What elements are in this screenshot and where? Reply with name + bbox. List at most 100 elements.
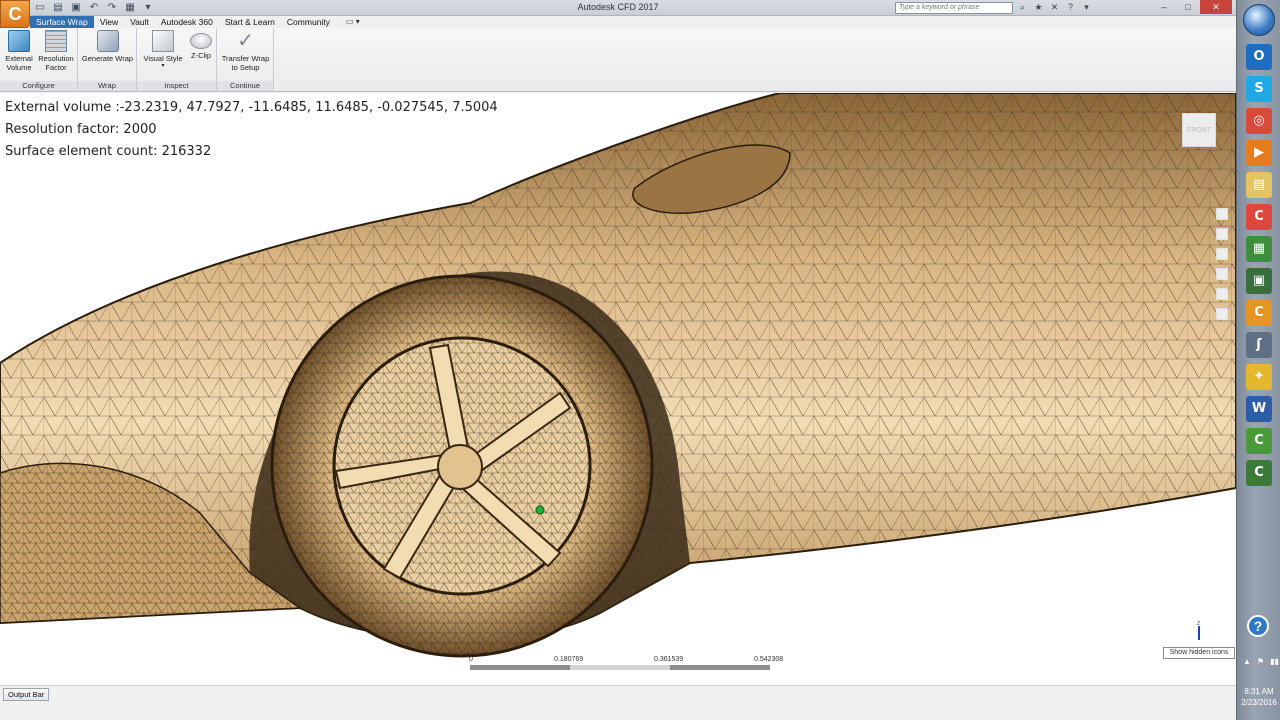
z-clip-label: Z-Clip xyxy=(191,51,211,60)
transfer-wrap-button[interactable]: ✓ Transfer Wrap to Setup xyxy=(218,30,273,72)
wrap-group: Generate Wrap Wrap xyxy=(78,28,137,92)
scale-segment xyxy=(470,665,570,670)
close-x-icon[interactable]: ✕ xyxy=(1049,2,1060,13)
inspect-group-label: Inspect xyxy=(137,81,216,91)
resolution-factor-label: Resolution Factor xyxy=(38,54,74,72)
generate-wrap-label: Generate Wrap xyxy=(81,54,134,63)
navigation-bar xyxy=(1216,208,1230,333)
resolution-factor-icon xyxy=(45,30,67,52)
tab-vault[interactable]: Vault xyxy=(124,16,155,28)
checkmark-icon: ✓ xyxy=(237,30,254,52)
word-icon[interactable]: W xyxy=(1246,396,1272,422)
external-volume-readout: External volume :-23.2319, 47.7927, -11.… xyxy=(5,100,498,115)
axis-z-label: Z xyxy=(1197,621,1200,627)
axis-triad: Z xyxy=(1197,621,1200,640)
network-icon[interactable]: ▮▮ xyxy=(1270,657,1279,666)
output-bar-button[interactable]: Output Bar xyxy=(3,688,50,701)
flag-icon[interactable]: ⚑ xyxy=(1257,657,1264,666)
visual-style-dropdown-icon[interactable]: ▾ xyxy=(141,63,185,69)
clock-time[interactable]: 8:31 AM xyxy=(1237,687,1280,696)
scale-segment xyxy=(670,665,770,670)
script-icon[interactable]: ʃ xyxy=(1246,332,1272,358)
camtasia-dark-icon[interactable]: C xyxy=(1246,460,1272,486)
system-tray: ▲ ⚑ ▮▮ xyxy=(1243,657,1279,666)
ribbon-options-icon[interactable]: ▭ ▾ xyxy=(336,16,360,28)
scale-tick-label: 0.180769 xyxy=(554,656,584,663)
close-button[interactable]: ✕ xyxy=(1200,0,1232,14)
generate-wrap-button[interactable]: Generate Wrap xyxy=(79,30,136,63)
external-volume-label: External Volume xyxy=(5,54,33,72)
graphics-viewport[interactable]: External volume :-23.2319, 47.7927, -11.… xyxy=(0,93,1236,685)
view-cube[interactable]: FRONT xyxy=(1182,113,1216,147)
scale-tick-label: 0.542308 xyxy=(754,656,784,663)
help-icon[interactable]: ? xyxy=(1065,2,1076,13)
surface-element-count-readout: Surface element count: 216332 xyxy=(5,144,212,159)
application-menu-button[interactable]: C xyxy=(0,0,30,28)
help-icon[interactable]: ? xyxy=(1247,615,1269,637)
ribbon-tabs: Surface Wrap View Vault Autodesk 360 Sta… xyxy=(30,16,360,28)
media-player-icon[interactable]: ▶ xyxy=(1246,140,1272,166)
tab-autodesk-360[interactable]: Autodesk 360 xyxy=(155,16,219,28)
cfd-red-icon[interactable]: C xyxy=(1246,204,1272,230)
autodesk-folder-icon[interactable]: ✦ xyxy=(1246,364,1272,390)
wrap-group-label: Wrap xyxy=(78,81,136,91)
visual-style-button[interactable]: Visual Style ▾ xyxy=(141,30,185,69)
z-clip-button[interactable]: Z-Clip xyxy=(187,30,215,60)
inspect-group: Visual Style ▾ Z-Clip Inspect xyxy=(137,28,217,92)
z-clip-icon xyxy=(190,33,212,49)
configure-group: External Volume Resolution Factor Config… xyxy=(0,28,78,92)
file-explorer-icon[interactable]: ▤ xyxy=(1246,172,1272,198)
clock-date[interactable]: 2/23/2016 xyxy=(1237,698,1280,707)
title-bar: ▭ ▤ ▣ ↶ ↷ ▦ ▾ Autodesk CFD 2017 Type a k… xyxy=(0,0,1236,16)
dropdown-icon[interactable]: ▾ xyxy=(1081,2,1092,13)
visual-style-icon xyxy=(152,30,174,52)
look-at-icon[interactable] xyxy=(1216,288,1228,300)
title-tools: ⌕ ★ ✕ ? ▾ xyxy=(1017,2,1092,13)
star-icon[interactable]: ★ xyxy=(1033,2,1044,13)
tab-view[interactable]: View xyxy=(94,16,124,28)
scale-tick-label: 0.361539 xyxy=(654,656,684,663)
status-bar: Output Bar xyxy=(0,685,1236,720)
continue-group: ✓ Transfer Wrap to Setup Continue xyxy=(217,28,274,92)
scale-labels: 0 0.180769 0.361539 0.542308 xyxy=(469,656,790,664)
search-input[interactable]: Type a keyword or phrase xyxy=(895,2,1013,14)
windows-taskbar: O S ◎ ▶ ▤ C ▦ ▣ Cʃ ✦ W C C ? ▲ ⚑ ▮▮ 8:31 AM 2/23/201… xyxy=(1236,0,1280,720)
continue-group-label: Continue xyxy=(217,81,273,91)
configure-group-label: Configure xyxy=(0,81,77,91)
external-volume-icon xyxy=(8,30,30,52)
show-hidden-icons-icon[interactable]: ▲ xyxy=(1243,657,1251,666)
external-volume-button[interactable]: External Volume xyxy=(2,30,36,72)
pan-icon[interactable] xyxy=(1216,208,1228,220)
scale-segment xyxy=(570,665,670,670)
visual-style-label: Visual Style xyxy=(143,54,183,63)
tab-community[interactable]: Community xyxy=(281,16,336,28)
fit-view-icon[interactable] xyxy=(1216,268,1228,280)
resolution-factor-readout: Resolution factor: 2000 xyxy=(5,122,157,137)
chrome-icon[interactable]: ◎ xyxy=(1246,108,1272,134)
show-hidden-icons-tooltip: Show hidden icons xyxy=(1163,647,1235,659)
start-button[interactable] xyxy=(1243,4,1275,36)
binoculars-icon[interactable]: ⌕ xyxy=(1017,2,1028,13)
minimize-button[interactable]: – xyxy=(1152,0,1176,14)
monitor-icon[interactable]: ▣ xyxy=(1246,268,1272,294)
spreadsheet-icon[interactable]: ▦ xyxy=(1246,236,1272,262)
scale-bar-track xyxy=(470,665,770,670)
skype-icon[interactable]: S xyxy=(1246,76,1272,102)
scale-tick-label: 0 xyxy=(469,656,473,663)
camtasia-green-icon[interactable]: C xyxy=(1246,428,1272,454)
zoom-icon[interactable] xyxy=(1216,228,1228,240)
generate-wrap-icon xyxy=(96,30,119,52)
scale-bar: 0 0.180769 0.361539 0.542308 xyxy=(469,656,783,670)
tab-start-learn[interactable]: Start & Learn xyxy=(219,16,281,28)
tab-surface-wrap[interactable]: Surface Wrap xyxy=(30,16,94,28)
transfer-wrap-label: Transfer Wrap to Setup xyxy=(221,54,270,72)
car-mesh-model xyxy=(0,93,1236,658)
window-controls: – □ ✕ xyxy=(1152,0,1232,14)
autodesk-orange-icon[interactable]: C xyxy=(1246,300,1272,326)
resolution-factor-button[interactable]: Resolution Factor xyxy=(36,30,76,72)
cfd-application-window: ▭ ▤ ▣ ↶ ↷ ▦ ▾ Autodesk CFD 2017 Type a k… xyxy=(0,0,1236,720)
outlook-icon[interactable]: O xyxy=(1246,44,1272,70)
orbit-icon[interactable] xyxy=(1216,248,1228,260)
nav-settings-icon[interactable] xyxy=(1216,308,1228,320)
maximize-button[interactable]: □ xyxy=(1176,0,1200,14)
